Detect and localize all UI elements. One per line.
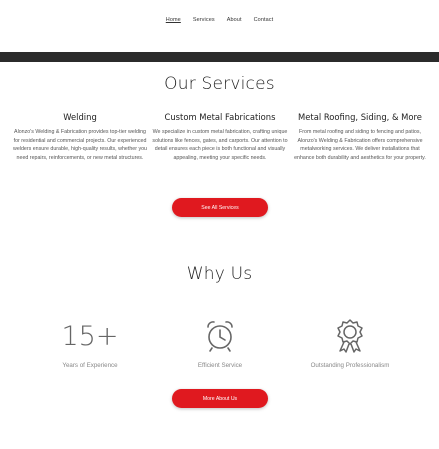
service-text: Alonzo's Welding & Fabrication provides … <box>13 129 147 161</box>
service-title: Custom Metal Fabrications <box>164 112 276 122</box>
more-about-us-button[interactable]: More About Us <box>172 389 268 408</box>
top-nav: Home Services About Contact <box>0 0 439 52</box>
stat-experience: 15+ Years of Experience <box>30 318 150 370</box>
nav-home[interactable]: Home <box>166 17 181 23</box>
dark-band <box>0 52 439 62</box>
award-ribbon-icon <box>337 319 363 353</box>
why-us-stats: 15+ Years of Experience Efficient Servic… <box>30 318 410 369</box>
service-title: Metal Roofing, Siding, & More <box>298 112 422 122</box>
see-all-services-button[interactable]: See All Services <box>172 198 268 217</box>
nav-services[interactable]: Services <box>193 17 215 23</box>
service-card-roofing: Metal Roofing, Siding, & More From metal… <box>292 112 428 162</box>
service-card-fabrication: Custom Metal Fabrications We specialize … <box>152 112 288 162</box>
why-us-heading: Why Us <box>186 264 253 284</box>
nav-contact[interactable]: Contact <box>254 17 274 23</box>
stat-label: Efficient Service <box>197 362 243 369</box>
service-text: From metal roofing and siding to fencing… <box>294 129 426 161</box>
stat-efficiency: Efficient Service <box>160 318 280 369</box>
stat-label: Outstanding Professionalism <box>310 362 390 369</box>
services-heading: Our Services <box>164 74 275 94</box>
stat-professionalism: Outstanding Professionalism <box>290 318 410 369</box>
nav-about[interactable]: About <box>227 17 242 23</box>
service-card-welding: Welding Alonzo's Welding & Fabrication p… <box>12 112 148 162</box>
years-value: 15+ <box>61 320 119 352</box>
stat-label: Years of Experience <box>62 362 118 369</box>
services-list: Welding Alonzo's Welding & Fabrication p… <box>12 112 428 162</box>
alarm-clock-icon <box>207 321 233 352</box>
service-text: We specialize in custom metal fabricatio… <box>152 129 288 161</box>
service-title: Welding <box>63 112 97 122</box>
